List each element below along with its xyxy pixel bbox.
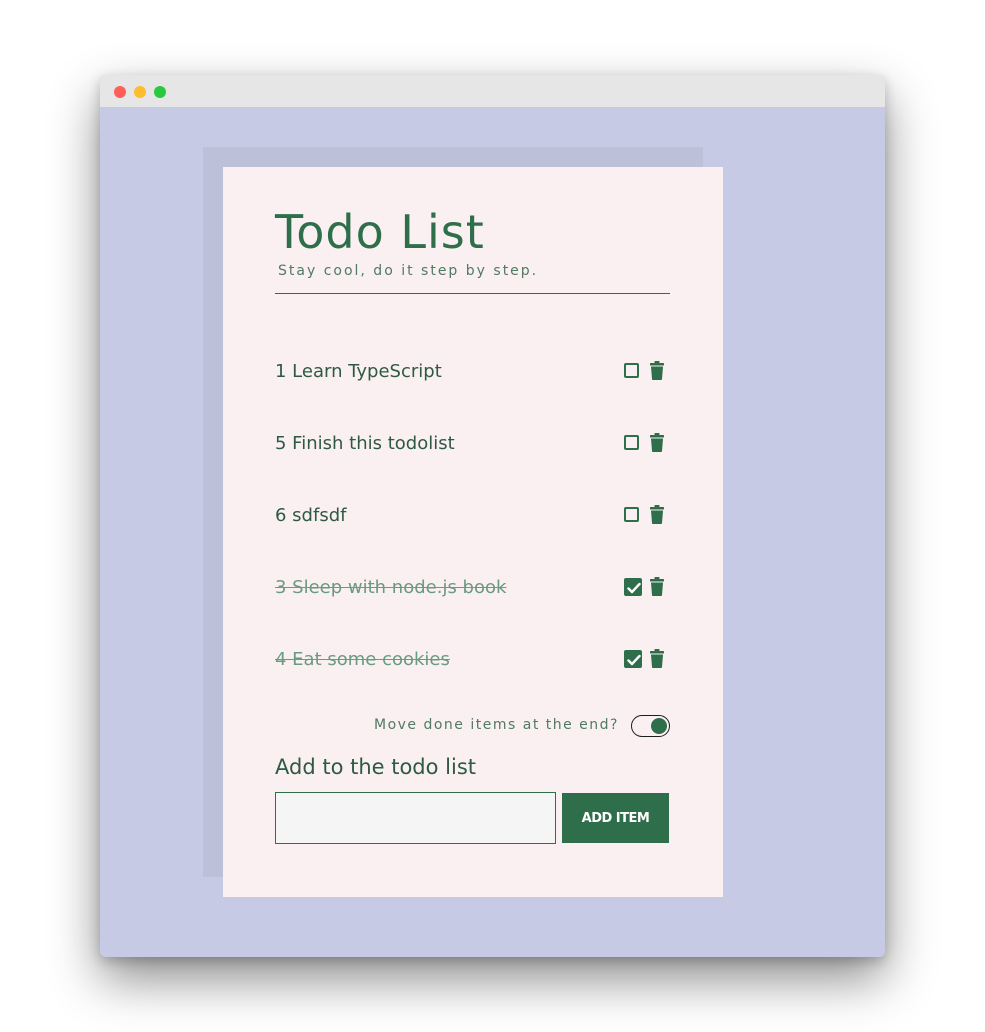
trash-icon[interactable] bbox=[650, 649, 664, 668]
checkbox-empty-icon[interactable] bbox=[624, 363, 639, 378]
todo-card: Todo List Stay cool, do it step by step.… bbox=[223, 167, 723, 897]
todo-item: 1 Learn TypeScript bbox=[223, 337, 723, 409]
page-content: Todo List Stay cool, do it step by step.… bbox=[100, 107, 885, 957]
close-window-button[interactable] bbox=[114, 86, 126, 98]
toggle-knob bbox=[651, 717, 667, 734]
maximize-window-button[interactable] bbox=[154, 86, 166, 98]
move-done-toggle[interactable] bbox=[631, 715, 670, 737]
title-divider bbox=[275, 293, 670, 294]
checkbox-checked-icon[interactable] bbox=[624, 578, 642, 596]
trash-icon[interactable] bbox=[650, 505, 664, 524]
checkbox-checked-icon[interactable] bbox=[624, 650, 642, 668]
browser-window: Todo List Stay cool, do it step by step.… bbox=[100, 75, 885, 957]
trash-icon[interactable] bbox=[650, 577, 664, 596]
checkbox-empty-icon[interactable] bbox=[624, 435, 639, 450]
trash-icon[interactable] bbox=[650, 433, 664, 452]
todo-list: 1 Learn TypeScript 5 Finish this todolist… bbox=[223, 337, 723, 697]
todo-item: 3 Sleep with node.js book bbox=[223, 553, 723, 625]
move-done-toggle-label: Move done items at the end? bbox=[373, 717, 619, 733]
todo-text: 4 Eat some cookies bbox=[275, 649, 450, 670]
checkbox-empty-icon[interactable] bbox=[624, 507, 639, 522]
window-titlebar bbox=[100, 75, 885, 107]
todo-text: 6 sdfsdf bbox=[275, 505, 347, 526]
todo-text: 1 Learn TypeScript bbox=[275, 361, 442, 382]
minimize-window-button[interactable] bbox=[134, 86, 146, 98]
trash-icon[interactable] bbox=[650, 361, 664, 380]
todo-item: 6 sdfsdf bbox=[223, 481, 723, 553]
new-todo-input[interactable] bbox=[275, 792, 556, 844]
todo-item: 4 Eat some cookies bbox=[223, 625, 723, 697]
move-done-toggle-row: Move done items at the end? bbox=[223, 715, 723, 739]
page-subtitle: Stay cool, do it step by step. bbox=[278, 263, 539, 279]
page-title: Todo List bbox=[275, 205, 485, 259]
todo-text: 3 Sleep with node.js book bbox=[275, 577, 507, 598]
todo-item: 5 Finish this todolist bbox=[223, 409, 723, 481]
add-section-title: Add to the todo list bbox=[275, 755, 477, 779]
todo-text: 5 Finish this todolist bbox=[275, 433, 455, 454]
add-item-button[interactable]: ADD ITEM bbox=[562, 793, 669, 843]
